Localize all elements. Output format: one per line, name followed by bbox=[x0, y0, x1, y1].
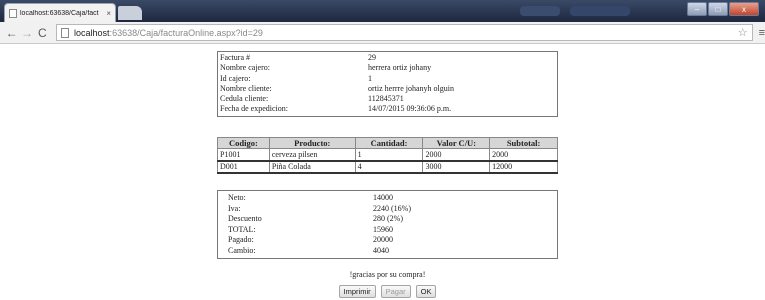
table-cell: 12000 bbox=[489, 160, 558, 174]
back-arrow-icon[interactable]: ← bbox=[4, 26, 19, 40]
invoice-label: Nombre cajero: bbox=[220, 63, 270, 73]
table-cell: 2000 bbox=[489, 148, 558, 162]
invoice-value: ortiz herrre johanyh olguin bbox=[368, 83, 454, 93]
invoice-row: Fecha de expedicion: 14/07/2015 09:36:06… bbox=[220, 104, 555, 114]
invoice-value: 112845371 bbox=[368, 94, 404, 104]
column-header: Subtotal: bbox=[489, 137, 558, 149]
thanks-message: !gracias por su compra! bbox=[349, 270, 426, 279]
totals-row: Neto: 14000 bbox=[228, 193, 547, 204]
invoice-value: 29 bbox=[368, 53, 376, 62]
items-table: Codigo: Producto: Cantidad: Valor C/U: S… bbox=[217, 137, 558, 174]
forward-arrow-icon[interactable]: → bbox=[19, 26, 34, 40]
totals-row: Pagado: 20000 bbox=[228, 235, 547, 246]
totals-row: Cambio: 4040 bbox=[228, 246, 547, 257]
totals-value: 2240 (16%) bbox=[373, 203, 411, 213]
totals-label: Neto: bbox=[228, 193, 246, 202]
column-header: Valor C/U: bbox=[422, 137, 491, 149]
invoice-label: Nombre cliente: bbox=[220, 83, 272, 93]
maximize-button[interactable]: □ bbox=[708, 2, 728, 16]
browser-toolbar: ← → C localhost :63638/Caja/facturaOnlin… bbox=[0, 22, 765, 44]
table-cell: Piña Colada bbox=[268, 160, 356, 174]
table-cell: 1 bbox=[354, 148, 424, 162]
new-tab-button[interactable] bbox=[118, 6, 142, 20]
reload-icon[interactable]: C bbox=[35, 26, 50, 40]
table-row: P1001 cerveza pilsen 1 2000 2000 bbox=[217, 148, 558, 162]
totals-label: Cambio: bbox=[228, 245, 256, 255]
url-host: localhost bbox=[74, 27, 110, 38]
url-path: :63638/Caja/facturaOnline.aspx?id=29 bbox=[109, 27, 263, 38]
invoice-row: Id cajero: 1 bbox=[220, 74, 555, 84]
ok-button[interactable]: OK bbox=[415, 285, 437, 298]
totals-value: 20000 bbox=[373, 235, 393, 244]
action-buttons: Imprimir Pagar OK bbox=[217, 285, 558, 298]
table-cell: 4 bbox=[354, 160, 424, 174]
totals-row: Descuento 280 (2%) bbox=[228, 214, 547, 225]
table-cell: 2000 bbox=[422, 148, 491, 162]
address-bar[interactable]: localhost :63638/Caja/facturaOnline.aspx… bbox=[56, 24, 753, 41]
menu-icon[interactable]: ≡ bbox=[759, 27, 765, 39]
totals-row: Iva: 2240 (16%) bbox=[228, 204, 547, 215]
totals-value: 15960 bbox=[373, 224, 393, 234]
column-header: Producto: bbox=[268, 137, 356, 149]
invoice-row: Nombre cajero: herrera ortiz johany bbox=[220, 63, 555, 73]
page-content: Factura # 29 Nombre cajero: herrera orti… bbox=[0, 45, 765, 300]
blurred-area bbox=[520, 6, 560, 16]
invoice-label: Id cajero: bbox=[220, 73, 251, 83]
column-header: Cantidad: bbox=[354, 137, 424, 149]
tab-title: localhost:63638/Caja/fact bbox=[20, 9, 99, 17]
browser-tab[interactable]: localhost:63638/Caja/fact × bbox=[4, 3, 116, 22]
blurred-area bbox=[570, 6, 630, 16]
table-cell: P1001 bbox=[217, 148, 270, 162]
table-cell: 3000 bbox=[422, 160, 491, 174]
invoice-label: Cedula cliente: bbox=[220, 94, 269, 104]
page-icon bbox=[61, 27, 70, 38]
page-favicon-icon bbox=[9, 8, 17, 18]
totals-label: Descuento bbox=[228, 214, 262, 223]
totals-value: 4040 bbox=[373, 245, 389, 255]
invoice-row: Nombre cliente: ortiz herrre johanyh olg… bbox=[220, 84, 555, 94]
tab-close-icon[interactable]: × bbox=[106, 9, 111, 18]
invoice-row: Cedula cliente: 112845371 bbox=[220, 94, 555, 104]
invoice-row: Factura # 29 bbox=[220, 53, 555, 63]
window-controls: – □ x bbox=[687, 2, 759, 16]
table-row: D001 Piña Colada 4 3000 12000 bbox=[217, 160, 558, 174]
invoice-label: Fecha de expedicion: bbox=[220, 104, 288, 114]
invoice-value: 14/07/2015 09:36:06 p.m. bbox=[368, 104, 452, 114]
minimize-button[interactable]: – bbox=[687, 2, 707, 16]
table-cell: cerveza pilsen bbox=[268, 148, 356, 162]
invoice-info-box: Factura # 29 Nombre cajero: herrera orti… bbox=[217, 51, 558, 117]
totals-label: Iva: bbox=[228, 203, 241, 213]
invoice-value: herrera ortiz johany bbox=[368, 63, 432, 73]
invoice-label: Factura # bbox=[220, 53, 250, 62]
totals-label: TOTAL: bbox=[228, 224, 256, 234]
window-titlebar: localhost:63638/Caja/fact × – □ x bbox=[0, 0, 765, 22]
bookmark-star-icon[interactable]: ☆ bbox=[738, 26, 748, 39]
totals-value: 14000 bbox=[373, 193, 393, 202]
totals-row: TOTAL: 15960 bbox=[228, 225, 547, 236]
items-header-row: Codigo: Producto: Cantidad: Valor C/U: S… bbox=[217, 137, 558, 149]
pay-button[interactable]: Pagar bbox=[380, 285, 411, 298]
totals-box: Neto: 14000 Iva: 2240 (16%) Descuento 28… bbox=[217, 190, 558, 259]
table-cell: D001 bbox=[217, 160, 270, 174]
column-header: Codigo: bbox=[217, 137, 270, 149]
invoice-value: 1 bbox=[368, 73, 372, 83]
close-window-button[interactable]: x bbox=[729, 2, 759, 16]
print-button[interactable]: Imprimir bbox=[338, 285, 376, 298]
totals-value: 280 (2%) bbox=[373, 214, 403, 223]
totals-label: Pagado: bbox=[228, 235, 254, 244]
